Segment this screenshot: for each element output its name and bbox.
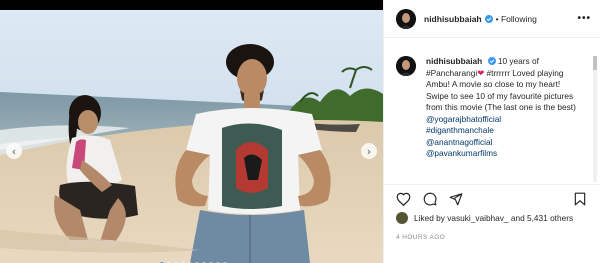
verified-badge-icon (487, 57, 496, 65)
post-side-panel: nidhisubbaiah • Following ••• nidhisubba… (383, 0, 600, 263)
chevron-left-icon[interactable]: ‹ (6, 143, 22, 159)
mention-link[interactable]: @yogarajbhatofficial (426, 114, 578, 126)
more-options-icon[interactable]: ••• (577, 13, 591, 24)
top-bar (0, 0, 383, 10)
following-button[interactable]: • Following (496, 14, 537, 24)
avatar[interactable] (396, 56, 416, 76)
caption-line-3: Swipe to see 10 of my favourite pictures… (426, 90, 576, 113)
post-actions (396, 192, 463, 206)
post-photo[interactable]: ‹ › (0, 10, 383, 263)
caption-username[interactable]: nidhisubbaiah (426, 56, 482, 66)
liker-avatar[interactable] (396, 212, 408, 224)
likes-summary[interactable]: Liked by vasuki_vaibhav_ and 5,431 other… (396, 212, 573, 224)
caption-text: nidhisubbaiah 10 years of #Pancharangi❤ … (426, 56, 578, 184)
heart-emoji-icon: ❤ (477, 67, 485, 78)
mention-link[interactable]: @anantnagofficial (426, 137, 578, 149)
bookmark-icon[interactable] (574, 192, 586, 206)
avatar[interactable] (396, 8, 416, 29)
beach-photo (0, 10, 383, 263)
verified-badge-icon (484, 14, 493, 23)
post-caption: nidhisubbaiah 10 years of #Pancharangi❤ … (396, 56, 584, 184)
likes-text[interactable]: Liked by vasuki_vaibhav_ and 5,431 other… (414, 213, 573, 223)
caption-scroll-thumb[interactable] (593, 56, 597, 70)
hashtag-link[interactable]: #diganthmanchale (426, 125, 578, 137)
comment-icon[interactable] (423, 192, 437, 206)
divider (384, 184, 600, 185)
share-icon[interactable] (449, 192, 463, 206)
post-header: nidhisubbaiah • Following ••• (384, 0, 600, 38)
caption-scrollbar[interactable] (593, 56, 597, 182)
chevron-right-icon[interactable]: › (361, 143, 377, 159)
post-timestamp[interactable]: 4 HOURS AGO (396, 234, 445, 241)
mention-link[interactable]: @pavankumarfilms (426, 148, 578, 160)
heart-icon[interactable] (396, 192, 411, 206)
instagram-post-view: ‹ › nidhisubbaiah • Following ••• nidhis… (0, 0, 600, 263)
header-username[interactable]: nidhisubbaiah (424, 14, 482, 24)
